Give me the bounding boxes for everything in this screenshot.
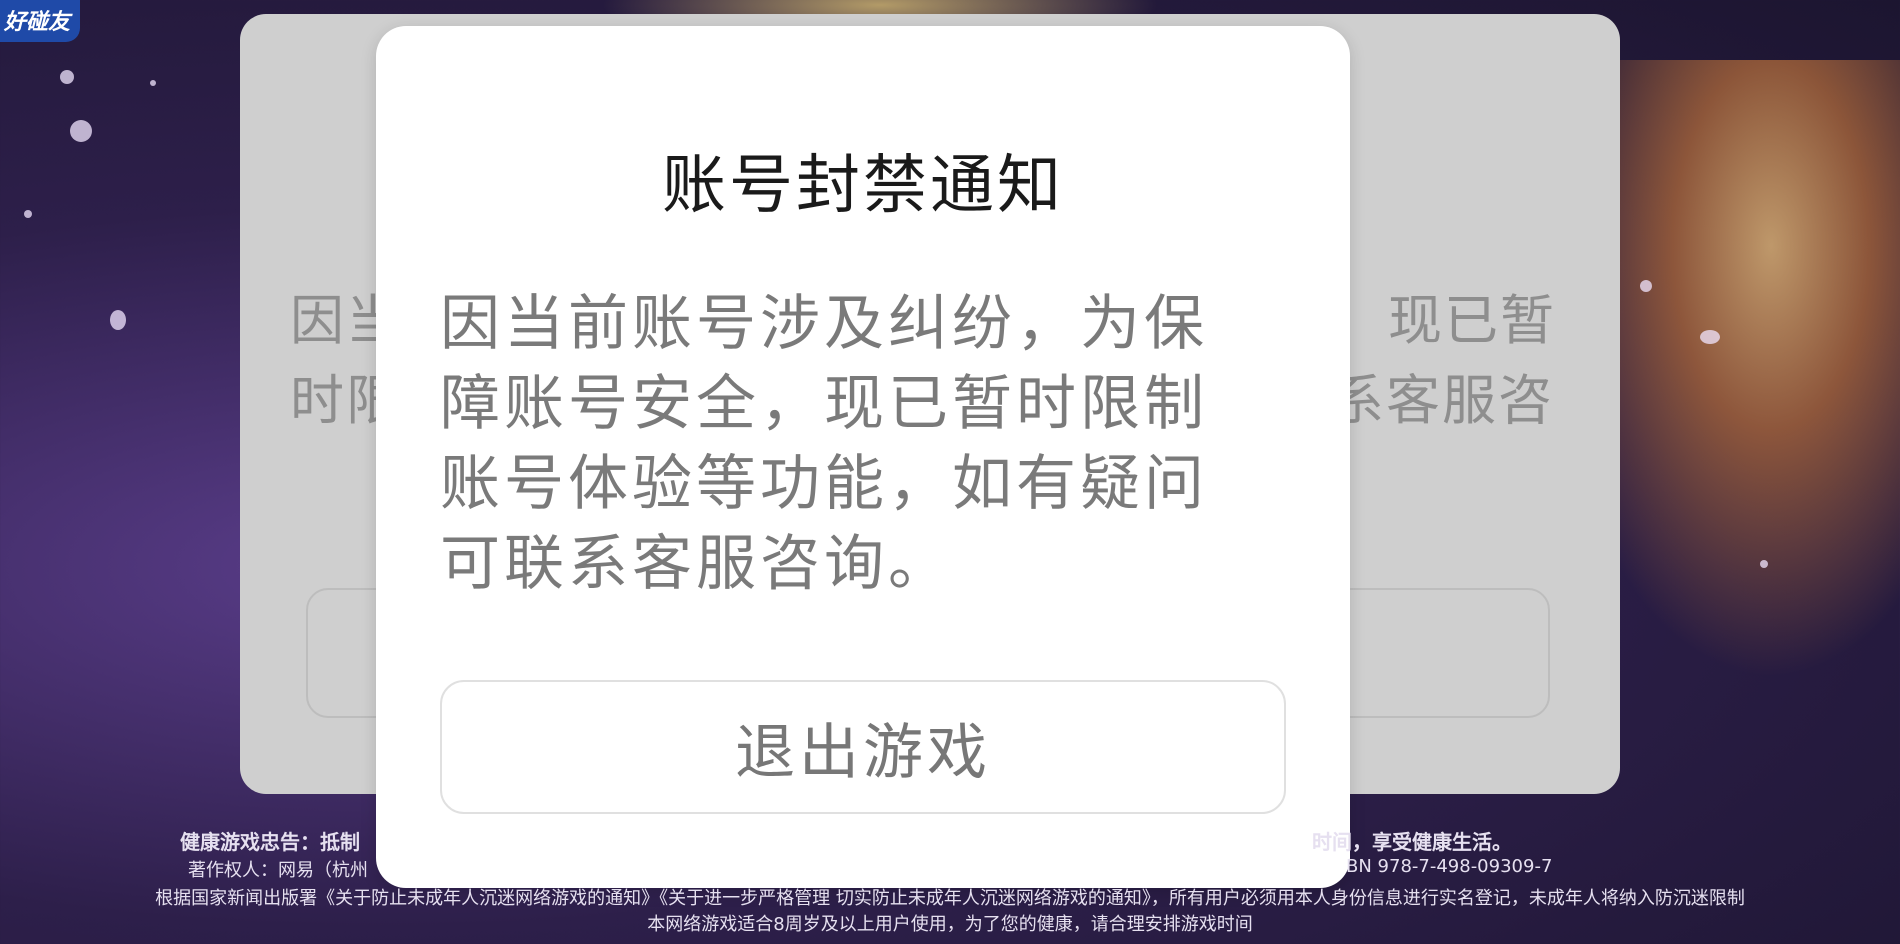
sparkle [1640,280,1652,292]
copyright-right: BN 978-7-498-09309-7 [1346,856,1553,877]
sparkle [110,310,126,330]
game-logo-text: 好碰友 [4,10,71,35]
sparkle [1760,560,1768,568]
sparkle [150,80,156,86]
health-notice-right: 时间，享受健康生活。 [1312,830,1512,854]
background-text-line2-right: 系客服咨 [1330,369,1554,432]
age-notice: 本网络游戏适合8周岁及以上用户使用，为了您的健康，请合理安排游戏时间 [647,914,1253,935]
sparkle [1700,330,1720,344]
dialog-title: 账号封禁通知 [662,149,1064,223]
account-ban-dialog: 账号封禁通知 因当前账号涉及纠纷，为保障账号安全，现已暂时限制账号体验等功能，如… [376,26,1350,888]
sparkle [70,120,92,142]
health-notice-left: 健康游戏忠告：抵制 [180,830,360,854]
copyright-left: 著作权人：网易（杭州 [188,860,368,881]
background-text-line1-right: 现已暂 [1388,289,1556,352]
policy-notice: 根据国家新闻出版署《关于防止未成年人沉迷网络游戏的通知》《关于进一步严格管理 切… [155,888,1745,909]
sparkle [24,210,32,218]
sparkle [60,70,74,84]
game-logo: 好碰友 [0,0,81,42]
exit-game-button[interactable]: 退出游戏 [440,680,1286,814]
dialog-message: 因当前账号涉及纠纷，为保障账号安全，现已暂时限制账号体验等功能，如有疑问可联系客… [440,289,1208,599]
